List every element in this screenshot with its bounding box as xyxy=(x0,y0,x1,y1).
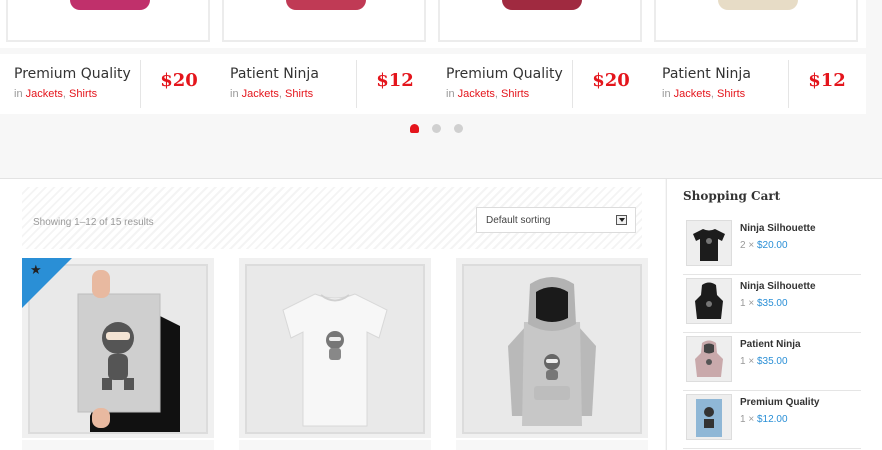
cart-thumb[interactable] xyxy=(686,336,732,382)
product-name[interactable]: Patient Ninja xyxy=(230,66,319,82)
category-separator: , xyxy=(62,88,66,100)
cart-item-price: $20.00 xyxy=(756,240,788,251)
product-name[interactable]: Premium Quality xyxy=(14,66,131,82)
cart-item-qty: 1 × xyxy=(740,298,755,309)
dropdown-arrow-icon[interactable] xyxy=(616,215,627,225)
blue-poster-image xyxy=(687,395,731,439)
category-prefix: in xyxy=(14,88,23,100)
cart-item-qty: 1 × xyxy=(740,356,755,367)
ninja-tshirt-image xyxy=(247,266,423,432)
shoe-image xyxy=(718,0,798,10)
shoe-image xyxy=(502,0,582,10)
star-icon: ★ xyxy=(30,262,42,277)
product-carousel: Premium Quality in Jackets, Shirts $20 P… xyxy=(0,0,882,178)
product-price: $12 xyxy=(376,70,414,91)
cart-item[interactable]: Ninja Silhouette 1 × $35.00 xyxy=(683,275,861,333)
shoe-image xyxy=(286,0,366,10)
category-separator: , xyxy=(494,88,498,100)
product-image[interactable] xyxy=(462,264,642,434)
category-link-jackets[interactable]: Jackets xyxy=(674,88,711,100)
cart-item-qty: 1 × xyxy=(740,414,755,425)
product-price: $20 xyxy=(592,70,630,91)
category-prefix: in xyxy=(446,88,455,100)
category-prefix: in xyxy=(662,88,671,100)
category-separator: , xyxy=(278,88,282,100)
cart-thumb[interactable] xyxy=(686,220,732,266)
cart-item-name[interactable]: Ninja Silhouette xyxy=(740,281,816,292)
shop-toolbar: Showing 1–12 of 15 results Default sorti… xyxy=(22,187,642,249)
carousel-pagination xyxy=(410,124,470,134)
category-link-shirts[interactable]: Shirts xyxy=(717,88,745,100)
pagination-dot-2[interactable] xyxy=(432,124,441,133)
cart-thumb[interactable] xyxy=(686,278,732,324)
result-count: Showing 1–12 of 15 results xyxy=(33,217,154,228)
cart-item[interactable]: Ninja Silhouette 2 × $20.00 xyxy=(683,217,861,275)
product-image[interactable] xyxy=(432,0,650,48)
cart-item[interactable]: Premium Quality 1 × $12.00 xyxy=(683,391,861,449)
carousel-card[interactable]: Premium Quality in Jackets, Shirts $20 xyxy=(432,0,650,116)
cart-item-qty: 2 × xyxy=(740,240,755,251)
product-card[interactable] xyxy=(456,258,648,450)
pagination-dot-1[interactable] xyxy=(410,124,419,133)
product-image[interactable] xyxy=(216,0,434,48)
sorting-select[interactable]: Default sorting xyxy=(476,207,636,233)
cart-item-name[interactable]: Patient Ninja xyxy=(740,339,801,350)
cart-item[interactable]: Patient Ninja 1 × $35.00 xyxy=(683,333,861,391)
product-name[interactable]: Patient Ninja xyxy=(662,66,751,82)
category-link-shirts[interactable]: Shirts xyxy=(69,88,97,100)
cart-item-name[interactable]: Premium Quality xyxy=(740,397,819,408)
product-image[interactable] xyxy=(648,0,866,48)
black-tshirt-image xyxy=(687,221,731,265)
shoe-image xyxy=(70,0,150,10)
product-name[interactable]: Premium Quality xyxy=(446,66,563,82)
product-price: $12 xyxy=(808,70,846,91)
carousel-card[interactable]: Premium Quality in Jackets, Shirts $20 xyxy=(0,0,218,116)
cart-sidebar: Shopping Cart Ninja Silhouette 2 × $20.0… xyxy=(666,179,882,450)
cart-item-price: $35.00 xyxy=(756,298,788,309)
cart-item-price: $12.00 xyxy=(756,414,788,425)
cart-item-name[interactable]: Ninja Silhouette xyxy=(740,223,816,234)
category-prefix: in xyxy=(230,88,239,100)
product-image[interactable] xyxy=(0,0,218,48)
shop-main: Showing 1–12 of 15 results Default sorti… xyxy=(0,179,665,450)
sorting-value: Default sorting xyxy=(486,215,551,226)
category-link-shirts[interactable]: Shirts xyxy=(285,88,313,100)
pagination-dot-3[interactable] xyxy=(454,124,463,133)
category-link-jackets[interactable]: Jackets xyxy=(242,88,279,100)
product-card[interactable]: ★ xyxy=(22,258,214,450)
black-hoodie-image xyxy=(687,279,731,323)
product-price: $20 xyxy=(160,70,198,91)
cart-title: Shopping Cart xyxy=(683,189,781,203)
carousel-card[interactable]: Patient Ninja in Jackets, Shirts $12 xyxy=(648,0,866,116)
product-image[interactable] xyxy=(245,264,425,434)
category-link-jackets[interactable]: Jackets xyxy=(26,88,63,100)
cart-thumb[interactable] xyxy=(686,394,732,440)
category-link-jackets[interactable]: Jackets xyxy=(458,88,495,100)
category-separator: , xyxy=(710,88,714,100)
cart-item-price: $35.00 xyxy=(756,356,788,367)
pink-hoodie-image xyxy=(687,337,731,381)
product-card[interactable] xyxy=(239,258,431,450)
ninja-hoodie-image xyxy=(464,266,640,432)
carousel-card[interactable]: Patient Ninja in Jackets, Shirts $12 xyxy=(216,0,434,116)
category-link-shirts[interactable]: Shirts xyxy=(501,88,529,100)
